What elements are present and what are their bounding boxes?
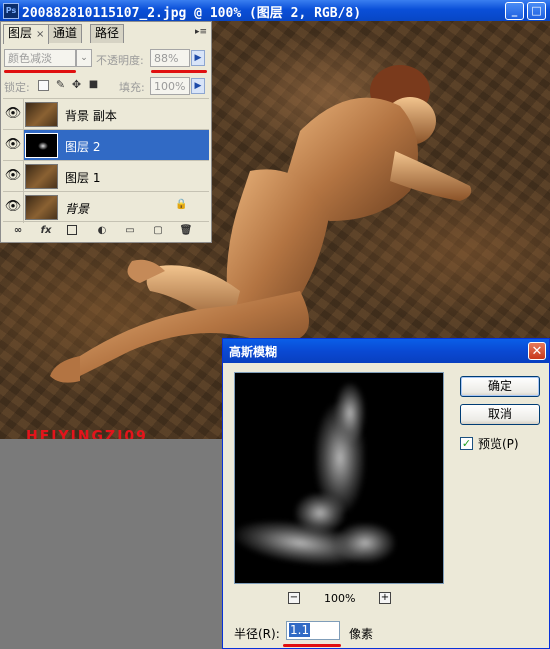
cancel-button[interactable]: 取消 [460,404,540,425]
close-icon[interactable]: ✕ [528,342,546,360]
maximize-button[interactable]: □ [527,2,546,20]
blend-mode-dropdown-icon[interactable]: ⌄ [76,49,92,67]
tab-channels[interactable]: 通道 [48,24,83,43]
mask-icon[interactable] [67,225,77,235]
gaussian-blur-dialog: 高斯模糊 ✕ 确定 取消 ✓ 预览(P) − 100% + 半径(R): 1.1… [222,338,550,649]
eye-icon[interactable]: 👁 [3,130,24,161]
layer-thumbnail [25,195,58,220]
tab-paths-label: 路径 [95,26,120,40]
highlight-underline-opacity [151,70,207,73]
opacity-label: 不透明度: [96,54,144,67]
layer-thumbnail [25,133,58,158]
zoom-out-button[interactable]: − [288,592,300,604]
dialog-title-bar[interactable]: 高斯模糊 ✕ [223,339,549,363]
blur-preview-image[interactable] [234,372,444,584]
tab-paths[interactable]: 路径 [90,24,125,43]
radius-unit: 像素 [349,627,374,641]
layer-lock-icon: 🔒 [175,199,188,210]
lock-label: 锁定: [4,81,30,94]
layer-row[interactable]: 👁 背景 🔒 [3,191,209,223]
adjustment-icon[interactable]: ◐ [95,225,109,237]
layer-thumbnail [25,164,58,189]
layer-name: 背景 副本 [65,109,117,123]
highlight-underline-blend [4,70,76,73]
preview-checkbox[interactable]: ✓ [460,437,473,450]
tab-layers[interactable]: 图层 × [3,24,50,44]
watermark-text: HEIYINGZI09 [26,428,148,439]
layer-row[interactable]: 👁 图层 1 [3,160,209,192]
trash-icon[interactable]: 🗑 [179,225,193,237]
minimize-button[interactable]: _ [505,2,524,20]
layers-panel-footer: ∞ fx ◐ ▭ ▢ 🗑 [3,221,209,240]
document-title-bar[interactable]: Ps 200882810115107_2.jpg @ 100% (图层 2, R… [0,0,550,21]
document-title: 200882810115107_2.jpg @ 100% (图层 2, RGB/… [22,6,362,21]
dialog-title: 高斯模糊 [229,345,278,359]
layer-name: 图层 2 [65,140,101,154]
lock-brush-icon[interactable]: ✎ [55,79,66,91]
layer-name: 背景 [65,202,90,216]
fill-label: 填充: [119,81,145,94]
zoom-level: 100% [324,592,356,605]
eye-icon[interactable]: 👁 [3,161,24,192]
ok-button[interactable]: 确定 [460,376,540,397]
tab-layers-label: 图层 [8,26,33,40]
lock-move-icon[interactable]: ✥ [71,79,82,91]
lock-transparency-icon[interactable] [38,80,49,91]
preview-label: 预览(P) [478,437,519,451]
zoom-in-button[interactable]: + [379,592,391,604]
radius-value: 1.1 [289,623,311,637]
eye-icon[interactable]: 👁 [3,192,24,223]
photoshop-app-icon: Ps [3,3,19,19]
layer-row-selected[interactable]: 👁 图层 2 [3,129,209,161]
blend-mode-select[interactable]: 颜色减淡 [4,49,76,67]
lock-all-icon[interactable]: ■ [88,80,99,91]
eye-icon[interactable]: 👁 [3,99,24,130]
link-icon[interactable]: ∞ [11,225,25,237]
fill-input[interactable]: 100% [150,77,190,95]
fill-slider-arrow-icon[interactable]: ▶ [191,78,205,94]
layers-panel: 图层 × 通道 路径 ▸≡ 颜色减淡 ⌄ 不透明度: 88% ▶ 锁定: ✎ ✥ … [0,21,212,243]
tab-channels-label: 通道 [53,26,78,40]
layer-thumbnail [25,102,58,127]
layer-list: 👁 背景 副本 👁 图层 2 👁 图层 1 👁 背景 🔒 [1,98,211,224]
radius-label: 半径(R): [234,627,280,641]
folder-icon[interactable]: ▭ [123,225,137,237]
opacity-slider-arrow-icon[interactable]: ▶ [191,50,205,66]
panel-menu-icon[interactable]: ▸≡ [195,26,207,38]
new-layer-icon[interactable]: ▢ [151,225,165,237]
layer-name: 图层 1 [65,171,101,185]
fx-icon[interactable]: fx [39,225,53,237]
highlight-underline-radius [283,644,341,647]
layer-row[interactable]: 👁 背景 副本 [3,98,209,130]
tab-close-icon[interactable]: × [36,29,44,40]
opacity-input[interactable]: 88% [150,49,190,67]
radius-input[interactable]: 1.1 [286,621,340,640]
